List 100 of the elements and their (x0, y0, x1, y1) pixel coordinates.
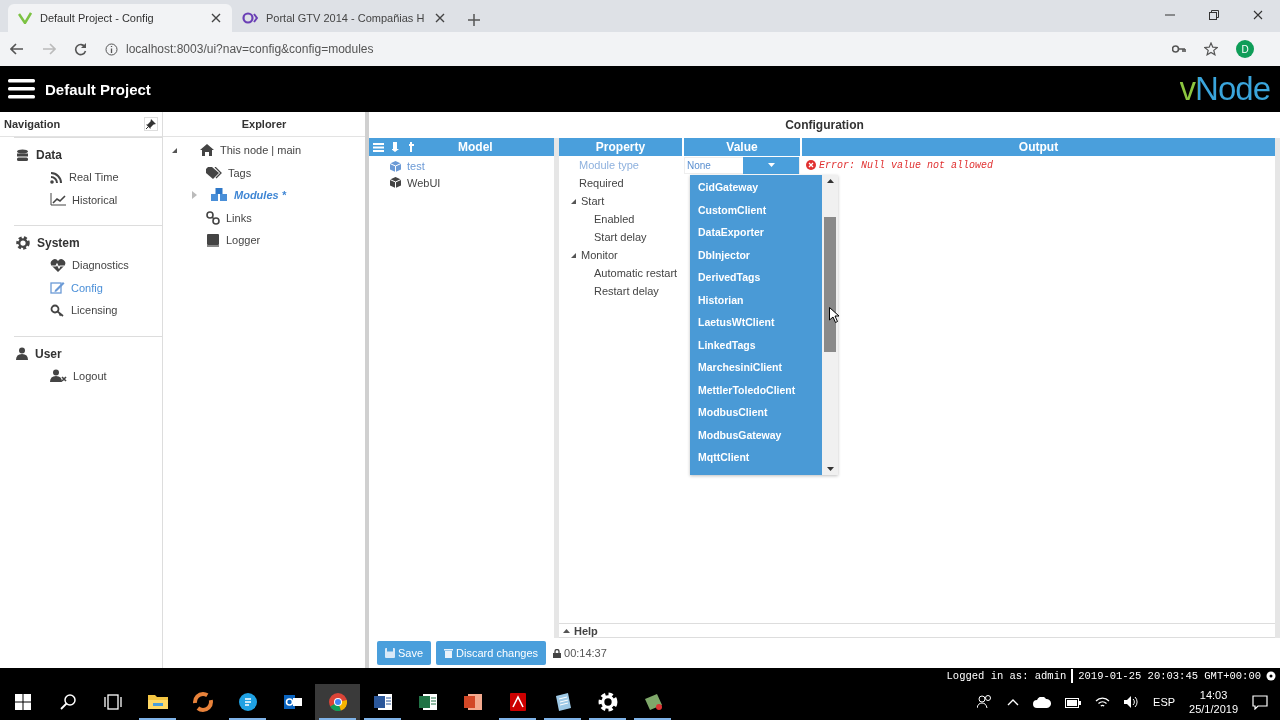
dropdown-option[interactable]: CustomClient (690, 199, 822, 222)
value-dropdown[interactable]: None (684, 156, 800, 174)
document-icon (371, 691, 394, 713)
swirl-icon (191, 691, 214, 713)
column-header: Output (802, 138, 1275, 156)
tree-item[interactable]: Logger (206, 233, 261, 247)
windows-icon (14, 694, 31, 710)
menu-button[interactable] (8, 79, 35, 99)
close-icon (434, 12, 446, 24)
cubes-icon (210, 188, 228, 203)
rss-icon (50, 170, 63, 184)
dropdown-option[interactable]: MqttClient (690, 447, 822, 470)
session-timer: 00:14:37 (564, 647, 607, 659)
nav-link[interactable]: Real Time (30, 166, 119, 189)
reload-button[interactable] (74, 42, 87, 56)
menu-icon (8, 79, 35, 99)
model-item[interactable]: test (369, 158, 425, 175)
dropdown-option[interactable]: LaetusWtClient (690, 312, 822, 335)
tree-item[interactable]: This node | main (200, 144, 302, 157)
people-icon (977, 695, 994, 709)
save-button[interactable]: Save (377, 641, 432, 665)
dropdown-option[interactable]: DbInjector (690, 244, 822, 267)
link-icon (206, 210, 220, 225)
info-icon (105, 42, 118, 56)
dropdown-option[interactable]: Historian (690, 289, 822, 312)
cube-icon (390, 160, 401, 172)
column-header: Property (559, 138, 682, 156)
heart-pulse-icon (50, 258, 66, 272)
tree-item[interactable]: Links (206, 210, 252, 225)
pin-button[interactable] (144, 117, 158, 131)
profile-avatar[interactable]: D (1236, 40, 1254, 58)
column-header: Value (684, 138, 800, 156)
notification-icon (1252, 694, 1268, 710)
dropdown-option[interactable]: MettlerToledoClient (690, 379, 822, 402)
dropdown-option[interactable]: MarchesiniClient (690, 357, 822, 380)
url-field[interactable]: localhost:8003/ui?nav=config&config=modules (126, 42, 374, 56)
task-view-icon (103, 694, 122, 710)
clock[interactable]: 14:03 25/1/2019 (1189, 688, 1238, 716)
browser-tab[interactable]: Default Project - Config (8, 4, 232, 32)
back-arrow-icon (10, 43, 24, 55)
close-icon (1252, 9, 1264, 21)
server-datetime: 2019-01-25 20:03:45 GMT+00:00 (1078, 670, 1261, 682)
tree-item[interactable]: Modules * (210, 188, 286, 203)
scroll-up-icon (826, 179, 834, 183)
scrollbar[interactable] (822, 175, 838, 475)
property-name: Module type (579, 159, 639, 171)
dropdown-option[interactable]: CidGateway (690, 177, 822, 200)
tag-icon (206, 166, 222, 179)
battery-icon (1065, 696, 1082, 708)
nav-link[interactable]: Licensing (30, 299, 118, 322)
taskbar-app[interactable] (315, 684, 360, 720)
nav-group-label: Data (36, 148, 62, 162)
cloud-icon (1033, 696, 1052, 708)
list-icon (373, 142, 384, 152)
discard-button[interactable]: Discard changes (436, 641, 546, 665)
project-title: Default Project (45, 80, 152, 98)
key-icon (1172, 44, 1186, 54)
dropdown-option[interactable]: ModbusClient (690, 402, 822, 425)
reload-icon (74, 42, 87, 56)
nav-link[interactable]: Diagnostics (30, 254, 129, 277)
nav-link[interactable]: Logout (30, 364, 107, 387)
nav-link[interactable]: Historical (30, 188, 118, 211)
property-name: Automatic restart (594, 267, 678, 279)
property-name[interactable]: Monitor (581, 249, 618, 261)
home-icon (200, 144, 214, 157)
dropdown-option[interactable]: DerivedTags (690, 267, 822, 290)
expand-arrow-icon (563, 628, 570, 633)
cube-icon (390, 177, 401, 189)
expanded-arrow-icon (171, 146, 178, 154)
back-button[interactable] (10, 43, 24, 55)
trash-icon (444, 648, 454, 658)
model-item[interactable]: WebUI (369, 174, 441, 191)
model-header: Model (369, 138, 554, 156)
dropdown-option[interactable]: LinkedTags (690, 334, 822, 357)
property-name: Enabled (594, 213, 635, 225)
tree-item[interactable]: Tags (206, 166, 252, 179)
login-status: Logged in as: admin (946, 670, 1067, 682)
close-icon (210, 12, 222, 24)
language-indicator[interactable]: ESP (1153, 696, 1176, 708)
book-icon (206, 233, 220, 247)
person-x-icon (50, 369, 67, 383)
star-icon (1204, 42, 1218, 56)
forward-arrow-icon (42, 43, 56, 55)
nav-link[interactable]: Config (30, 276, 103, 299)
dropdown-option[interactable]: DataExporter (690, 222, 822, 245)
gear-icon (16, 236, 30, 250)
gear-icon (596, 691, 619, 713)
spreadsheet-icon (416, 691, 439, 713)
error-message: Error: Null value not allowed (819, 159, 994, 171)
panel-title: Explorer (241, 118, 287, 130)
browser-tab[interactable]: Portal GTV 2014 - Compañias H (232, 4, 456, 32)
dropdown-option[interactable]: ModbusGateway (690, 424, 822, 447)
error-icon (806, 160, 816, 170)
chevron-up-icon (1007, 698, 1020, 706)
help-toggle[interactable]: Help (559, 624, 598, 637)
caret-icon (767, 163, 775, 167)
property-name: Start delay (594, 231, 647, 243)
property-name[interactable]: Start (581, 195, 605, 207)
nav-group-label: System (37, 236, 80, 250)
new-tab-button[interactable] (468, 14, 480, 26)
